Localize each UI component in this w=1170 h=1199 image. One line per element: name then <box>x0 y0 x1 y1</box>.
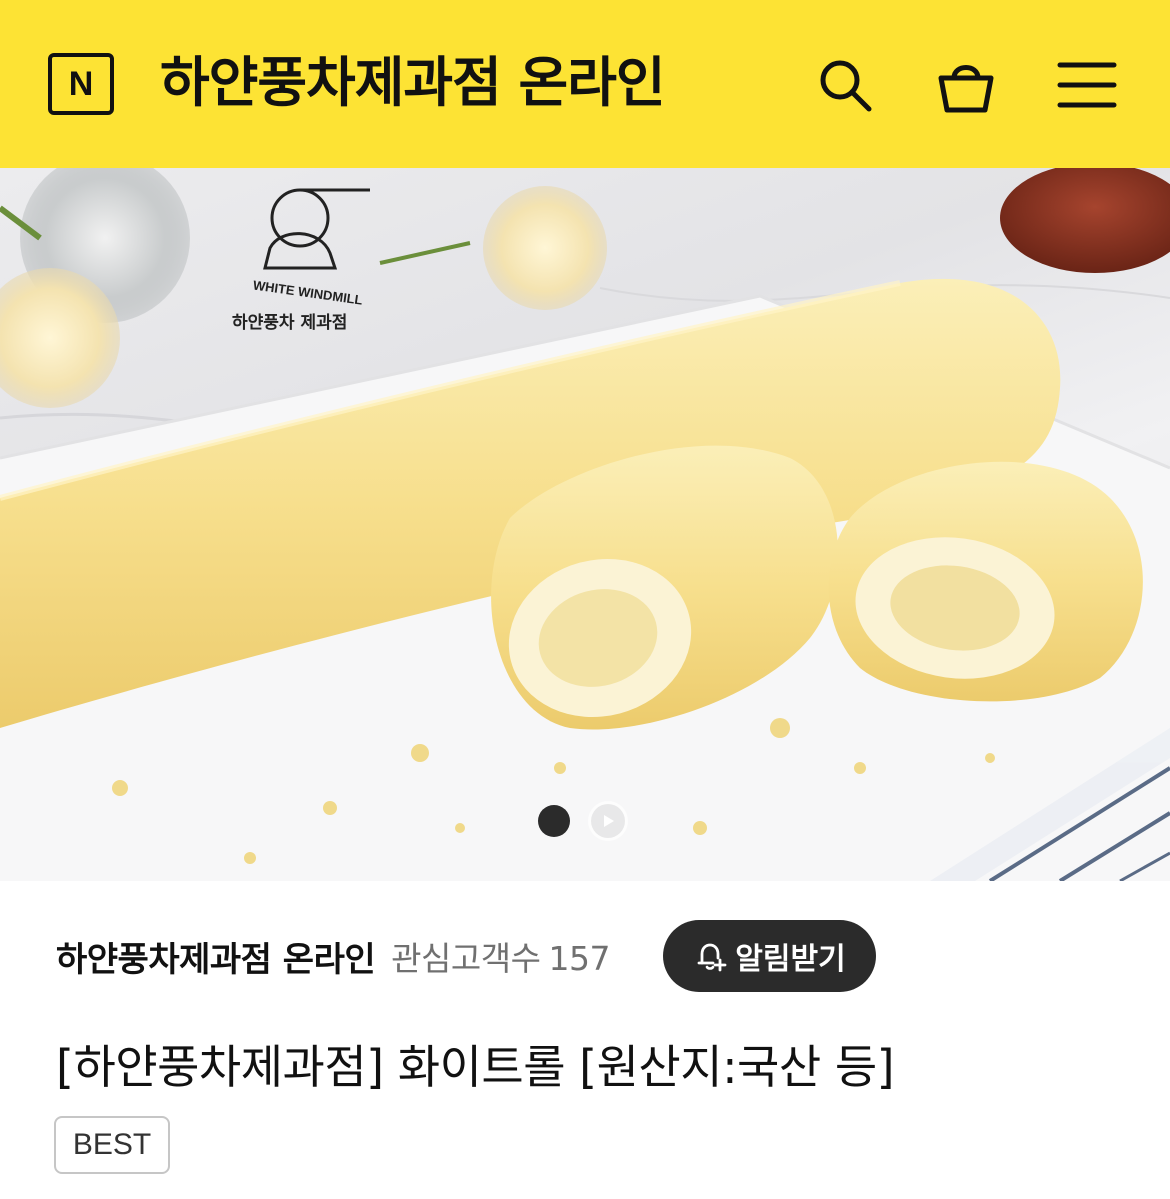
svg-text:WHITE WINDMILL: WHITE WINDMILL <box>252 277 364 307</box>
product-image-carousel[interactable]: WHITE WINDMILL 하얀풍차 제과점 <box>0 168 1170 881</box>
carousel-indicator <box>538 801 628 841</box>
search-button[interactable] <box>812 52 878 118</box>
alert-button-label: 알림받기 <box>735 942 846 977</box>
store-name-link[interactable]: 하얀풍차제과점 온라인 <box>56 932 376 981</box>
best-badge: BEST <box>54 1116 170 1174</box>
bell-plus-icon <box>697 943 727 972</box>
product-title: [하얀풍차제과점] 화이트롤 [원산지:국산 등] <box>56 1040 895 1094</box>
cart-button[interactable] <box>933 52 999 118</box>
carousel-dot-active[interactable] <box>538 805 570 837</box>
play-icon <box>604 815 614 827</box>
product-photo: WHITE WINDMILL 하얀풍차 제과점 <box>0 168 1170 881</box>
menu-button[interactable] <box>1054 52 1120 118</box>
brand-watermark: WHITE WINDMILL 하얀풍차 제과점 <box>232 188 370 333</box>
store-title[interactable]: 하얀풍차제과점 온라인 <box>160 46 666 120</box>
shopping-bag-icon <box>938 65 994 113</box>
follower-label: 관심고객수 <box>391 939 541 978</box>
video-play-button[interactable] <box>588 801 628 841</box>
store-info-row: 하얀풍차제과점 온라인 관심고객수 157 <box>56 920 610 992</box>
top-header: N 하얀풍차제과점 온라인 <box>0 0 1170 168</box>
naver-logo-button[interactable]: N <box>48 53 114 115</box>
svg-text:하얀풍차 제과점: 하얀풍차 제과점 <box>232 313 347 333</box>
follower-number: 157 <box>548 939 610 978</box>
follower-count: 관심고객수 157 <box>391 932 610 980</box>
menu-icon <box>1057 62 1117 108</box>
search-icon <box>820 60 872 112</box>
subscribe-alert-button[interactable]: 알림받기 <box>663 920 876 992</box>
